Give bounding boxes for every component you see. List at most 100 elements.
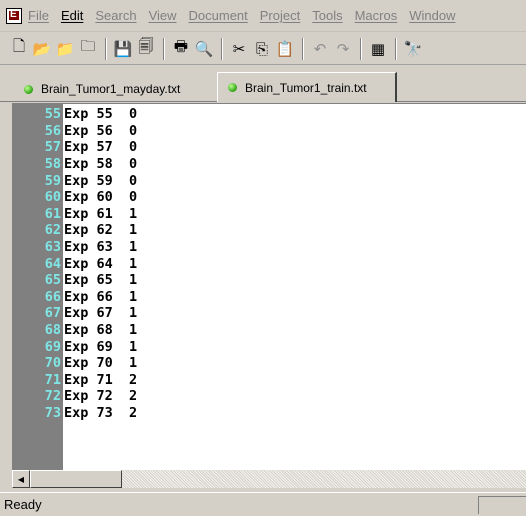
line-text: Exp 63 1	[64, 239, 138, 256]
line-number: 66	[44, 288, 61, 305]
editor-line[interactable]: 72 Exp 72 2	[14, 388, 137, 405]
line-text: Exp 55 0	[64, 106, 138, 123]
line-text: Exp 72 2	[64, 388, 138, 405]
line-text: Exp 70 1	[64, 355, 138, 372]
menu-search[interactable]: Search	[95, 8, 136, 23]
open-folder-icon[interactable]: 📂	[31, 38, 53, 60]
line-number: 71	[44, 371, 61, 388]
cut-icon[interactable]: ✂	[228, 38, 250, 60]
line-text: Exp 71 2	[64, 371, 138, 388]
print-icon[interactable]: 🖶	[170, 37, 192, 60]
toolbar-separator	[302, 37, 304, 60]
line-number: 68	[44, 322, 61, 339]
editor-line[interactable]: 69 Exp 69 1	[14, 338, 137, 355]
toolbar-separator	[163, 37, 165, 60]
tab-brain-tumor1-mayday[interactable]: Brain_Tumor1_mayday.txt	[14, 76, 216, 102]
editor-line[interactable]: 59 Exp 59 0	[14, 172, 137, 189]
paste-icon[interactable]: 📋	[274, 38, 296, 60]
find-icon[interactable]: 🔭	[402, 38, 424, 60]
line-number: 67	[44, 305, 61, 322]
editor-lines: 55 Exp 55 0 56 Exp 56 0 57 Exp 57 0 58 Exp 58 0…	[14, 106, 137, 421]
line-number: 58	[44, 156, 61, 173]
line-text: Exp 66 1	[64, 288, 138, 305]
line-text: Exp 58 0	[64, 156, 138, 173]
editor-line[interactable]: 67 Exp 67 1	[14, 305, 137, 322]
editor-line[interactable]: 58 Exp 58 0	[14, 156, 137, 173]
editor-line[interactable]: 63 Exp 63 1	[14, 239, 137, 256]
status-bar: Ready	[0, 492, 526, 516]
line-number: 72	[44, 388, 61, 405]
menu-file[interactable]: File	[28, 8, 49, 23]
menu-document[interactable]: Document	[189, 8, 248, 23]
line-number: 69	[44, 338, 61, 355]
editor-line[interactable]: 71 Exp 71 2	[14, 372, 137, 389]
line-text: Exp 69 1	[64, 338, 138, 355]
line-text: Exp 56 0	[64, 122, 138, 139]
line-number: 57	[44, 139, 61, 156]
line-number: 60	[44, 189, 61, 206]
toolbar: 🗋 📂 📁 🗀 💾 🗐 🖶 🔍 ✂ ⎘ 📋 ↶ ↷ ▦ 🔭	[0, 33, 526, 65]
toolbar-separator	[105, 37, 107, 60]
toolbar-separator	[360, 37, 362, 60]
line-number: 55	[44, 106, 61, 123]
editor-line[interactable]: 61 Exp 61 1	[14, 206, 137, 223]
editor-line[interactable]: 57 Exp 57 0	[14, 139, 137, 156]
line-number: 61	[44, 205, 61, 222]
editor-line[interactable]: 60 Exp 60 0	[14, 189, 137, 206]
line-text: Exp 73 2	[64, 404, 138, 421]
toolbar-separator	[221, 37, 223, 60]
tab-label: Brain_Tumor1_train.txt	[245, 80, 367, 95]
line-text: Exp 65 1	[64, 272, 138, 289]
line-text: Exp 68 1	[64, 322, 138, 339]
scroll-left-icon[interactable]: ◀	[12, 470, 30, 488]
line-text: Exp 57 0	[64, 139, 138, 156]
menu-project[interactable]: Project	[260, 8, 300, 23]
status-panel	[478, 496, 526, 514]
toolbar-separator	[395, 37, 397, 60]
editor-line[interactable]: 64 Exp 64 1	[14, 255, 137, 272]
line-text: Exp 60 0	[64, 189, 138, 206]
editor-line[interactable]: 68 Exp 68 1	[14, 322, 137, 339]
menu-view[interactable]: View	[149, 8, 177, 23]
horizontal-scrollbar[interactable]: ◀	[12, 470, 526, 488]
menu-window[interactable]: Window	[409, 8, 455, 23]
editor-line[interactable]: 56 Exp 56 0	[14, 123, 137, 140]
editor-line[interactable]: 62 Exp 62 1	[14, 222, 137, 239]
file-status-icon	[24, 84, 33, 94]
open-remote-icon[interactable]: 📁	[54, 38, 76, 60]
status-text: Ready	[4, 497, 42, 512]
line-number: 63	[44, 239, 61, 256]
left-margin	[0, 103, 12, 488]
save-icon[interactable]: 💾	[112, 38, 134, 60]
text-editor[interactable]: 55 Exp 55 0 56 Exp 56 0 57 Exp 57 0 58 Exp 58 0…	[12, 103, 526, 470]
save-all-icon[interactable]: 🗐	[135, 37, 157, 60]
undo-icon[interactable]: ↶	[309, 38, 331, 60]
menu-items: File Edit Search View Document Project Tools Ma…	[28, 8, 467, 23]
close-file-icon[interactable]: 🗀	[77, 37, 99, 60]
line-number: 59	[44, 172, 61, 189]
column-mode-icon[interactable]: ▦	[367, 38, 389, 60]
editor-line[interactable]: 70 Exp 70 1	[14, 355, 137, 372]
tab-bar: Brain_Tumor1_mayday.txt Brain_Tumor1_tra…	[0, 66, 526, 102]
copy-icon[interactable]: ⎘	[251, 38, 273, 60]
tab-label: Brain_Tumor1_mayday.txt	[41, 82, 181, 96]
redo-icon[interactable]: ↷	[332, 38, 354, 60]
scrollbar-thumb[interactable]	[30, 470, 122, 488]
editor-line[interactable]: 73 Exp 73 2	[14, 405, 137, 422]
line-number: 65	[44, 272, 61, 289]
line-number: 62	[44, 222, 61, 239]
line-text: Exp 64 1	[64, 255, 138, 272]
line-text: Exp 59 0	[64, 172, 138, 189]
line-number: 64	[44, 255, 61, 272]
new-file-icon[interactable]: 🗋	[8, 37, 30, 60]
line-number: 73	[44, 404, 61, 421]
tab-brain-tumor1-train[interactable]: Brain_Tumor1_train.txt	[217, 72, 397, 102]
menu-macros[interactable]: Macros	[355, 8, 398, 23]
menu-edit[interactable]: Edit	[61, 8, 83, 23]
print-preview-icon[interactable]: 🔍	[193, 38, 215, 60]
editor-line[interactable]: 65 Exp 65 1	[14, 272, 137, 289]
editor-line[interactable]: 66 Exp 66 1	[14, 289, 137, 306]
menu-tools[interactable]: Tools	[312, 8, 342, 23]
editor-line[interactable]: 55 Exp 55 0	[14, 106, 137, 123]
document-icon[interactable]	[6, 7, 22, 24]
